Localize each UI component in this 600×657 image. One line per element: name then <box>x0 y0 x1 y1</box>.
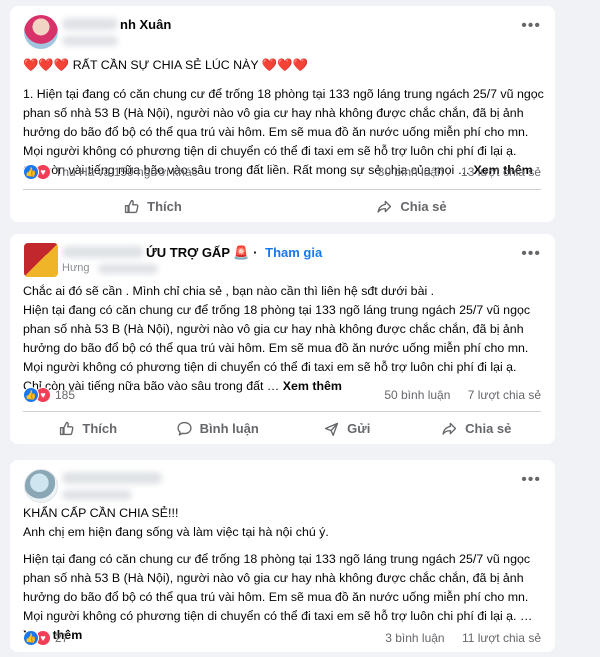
group-avatar[interactable] <box>24 243 58 277</box>
share-label: Chia sẻ <box>400 198 447 214</box>
like-label: Thích <box>147 198 182 214</box>
comment-count[interactable]: 50 bình luận <box>384 388 450 402</box>
reaction-count[interactable]: 185 <box>55 388 75 402</box>
post-card: nh Xuân ••• ❤️❤️❤️ RẤT CẦN SỰ CHIA SẺ LÚ… <box>10 6 555 222</box>
share-count[interactable]: 7 lượt chia sẻ <box>468 388 541 402</box>
post-line: Mọi người không có phương tiện di chuyển… <box>23 144 517 158</box>
group-name[interactable]: ỨU TRỢ GẤP 🚨 · Tham gia <box>146 245 322 261</box>
thumbs-up-icon <box>60 421 74 435</box>
more-options-icon[interactable]: ••• <box>521 472 541 488</box>
post-line: phan số nhà 53 B (Hà Nội), người nào vô … <box>23 106 524 120</box>
like-button[interactable]: Thích <box>23 190 282 222</box>
post-line: Hiện tại đang có căn chung cư để trống 1… <box>23 552 531 566</box>
share-count[interactable]: 11 lượt chia sẻ <box>462 631 541 645</box>
post-text: KHẨN CẤP CẦN CHIA SẺ!!! Anh chị em hiện … <box>23 504 541 645</box>
reaction-bar: 👍 ♥ 27 3 bình luận 11 lượt chia sẻ <box>23 628 541 648</box>
post-line: hưởng do bão đổ bộ có thể qua trú vài hô… <box>23 341 529 355</box>
post-line: 1. Hiện tại đang có căn chung cư để trốn… <box>23 87 544 101</box>
send-label: Gửi <box>347 420 371 436</box>
share-icon <box>442 422 457 435</box>
reaction-bar: 👍 ♥ 185 50 bình luận 7 lượt chia sẻ <box>23 385 541 405</box>
post-header: ••• <box>24 469 541 505</box>
reaction-icons[interactable]: 👍 ♥ <box>23 164 53 180</box>
share-count[interactable]: 13 lượt chia sẻ <box>461 165 541 179</box>
share-button[interactable]: Chia sẻ <box>282 190 541 222</box>
action-bar: Thích Bình luận Gửi Chia sẻ <box>23 412 541 444</box>
post-line: phan số nhà 53 B (Hà Nội), người nào vô … <box>23 322 524 336</box>
post-line: hưởng do bão đổ bộ có thể qua trú vài hô… <box>23 125 529 139</box>
post-line: phan số nhà 53 B (Hà Nội), người nào vô … <box>23 571 524 585</box>
like-label: Thích <box>82 420 118 436</box>
post-line: Mọi người không có phương tiện di chuyển… <box>23 360 517 374</box>
post-line: Chắc ai đó sẽ cần . Mình chỉ chia sẻ , b… <box>23 284 435 298</box>
post-line <box>23 542 541 550</box>
like-reaction-icon: 👍 <box>23 630 39 646</box>
more-options-icon[interactable]: ••• <box>521 246 541 262</box>
like-reaction-icon: 👍 <box>23 164 39 180</box>
comment-label: Bình luận <box>199 420 259 436</box>
avatar[interactable] <box>24 469 58 503</box>
post-header: ỨU TRỢ GẤP 🚨 · Tham gia Hưng ••• <box>24 243 541 279</box>
like-reaction-icon: 👍 <box>23 387 39 403</box>
send-button[interactable]: Gửi <box>282 412 412 444</box>
post-line: Mọi người không có phương tiện di chuyển… <box>23 609 533 623</box>
author-name[interactable]: nh Xuân <box>120 17 171 32</box>
comment-count[interactable]: 3 bình luận <box>385 631 444 645</box>
reaction-count[interactable]: 27 <box>55 631 68 645</box>
post-meta: Hưng <box>62 262 90 274</box>
like-button[interactable]: Thích <box>23 412 153 444</box>
post-meta-author: Hưng <box>62 262 90 274</box>
reaction-summary[interactable]: Thu Hà và 159 người khác <box>55 165 198 179</box>
share-label: Chia sẻ <box>465 420 512 436</box>
comment-count[interactable]: 30 bình luận <box>378 165 444 179</box>
group-name-text: ỨU TRỢ GẤP 🚨 <box>146 245 250 260</box>
post-line: ❤️❤️❤️ RẤT CẦN SỰ CHIA SẺ LÚC NÀY ❤️❤️❤️ <box>23 58 309 72</box>
post-text: Chắc ai đó sẽ cần . Mình chỉ chia sẻ , b… <box>23 282 541 396</box>
reaction-bar: 👍 ♥ Thu Hà và 159 người khác 30 bình luậ… <box>23 162 541 182</box>
comment-icon <box>177 421 192 436</box>
share-button[interactable]: Chia sẻ <box>412 412 542 444</box>
post-line: Hiện tại đang có căn chung cư để trống 1… <box>23 303 531 317</box>
send-icon <box>325 422 339 436</box>
thumbs-up-icon <box>125 199 139 213</box>
post-line <box>23 75 541 85</box>
blurred-name <box>62 472 162 484</box>
join-link[interactable]: Tham gia <box>265 245 322 260</box>
blurred-name <box>62 246 144 258</box>
blurred-meta <box>62 36 118 46</box>
post-line: hưởng do bão đổ bộ có thể qua trú vài hô… <box>23 590 529 604</box>
comment-button[interactable]: Bình luận <box>153 412 283 444</box>
post-header: nh Xuân ••• <box>24 15 541 51</box>
blurred-meta <box>62 490 132 500</box>
action-bar: Thích Chia sẻ <box>23 190 541 222</box>
blurred-name <box>62 18 118 30</box>
more-options-icon[interactable]: ••• <box>521 18 541 34</box>
post-card: ỨU TRỢ GẤP 🚨 · Tham gia Hưng ••• Chắc ai… <box>10 234 555 444</box>
post-line: KHẨN CẤP CẦN CHIA SẺ!!! <box>23 506 179 520</box>
share-icon <box>377 200 392 213</box>
reaction-icons[interactable]: 👍 ♥ <box>23 387 53 403</box>
blurred-meta <box>98 264 158 274</box>
post-line: Anh chị em hiện đang sống và làm việc tạ… <box>23 525 329 539</box>
avatar[interactable] <box>24 15 58 49</box>
reaction-icons[interactable]: 👍 ♥ <box>23 630 53 646</box>
post-card: ••• KHẨN CẤP CẦN CHIA SẺ!!! Anh chị em h… <box>10 460 555 652</box>
